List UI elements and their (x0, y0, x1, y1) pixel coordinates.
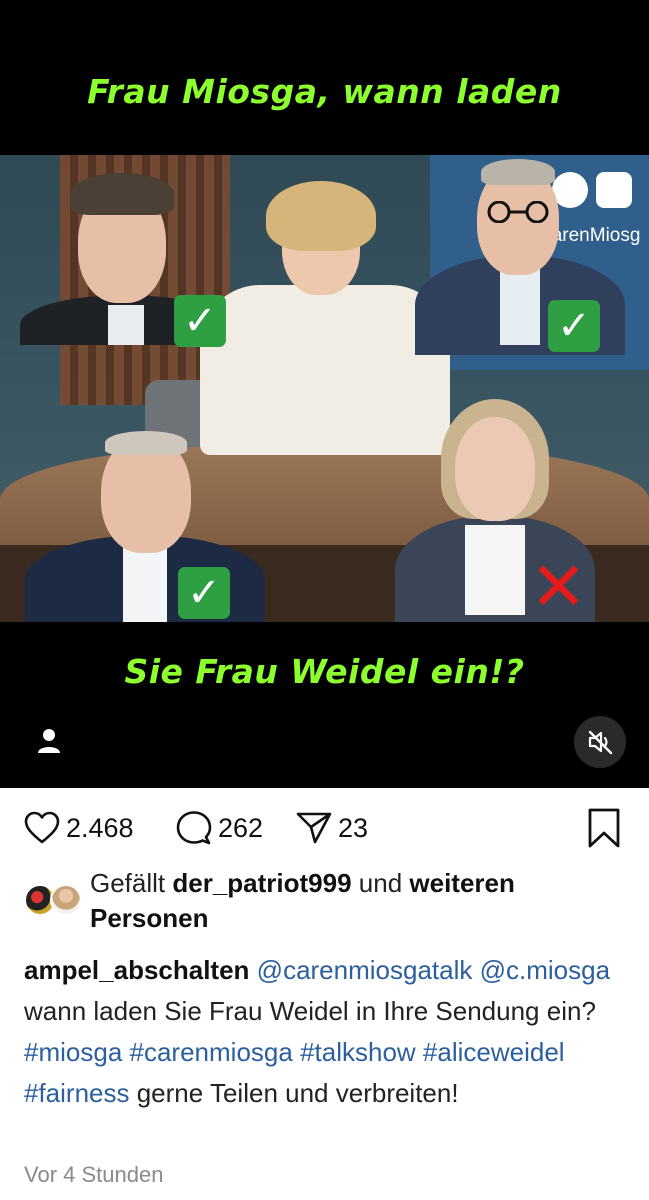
author-username[interactable]: ampel_abschalten (24, 955, 249, 985)
cross-mark-icon: ✕ (530, 549, 587, 622)
mention-link[interactable]: @carenmiosgatalk (257, 955, 473, 985)
user-icon[interactable] (34, 726, 64, 756)
caption-text: gerne Teilen und verbreiten! (129, 1078, 459, 1108)
check-mark-icon: ✓ (178, 567, 230, 619)
bookmark-icon[interactable] (584, 808, 624, 848)
caption-text: wann laden Sie Frau Weidel in Ihre Sendu… (24, 996, 596, 1026)
liker-avatars[interactable] (24, 884, 84, 918)
heart-icon (24, 811, 60, 844)
image-caption-bottom: Sie Frau Weidel ein!? (124, 652, 525, 691)
hashtag-link[interactable]: #miosga (24, 1037, 122, 1067)
post-image[interactable]: Frau Miosga, wann laden CarenMiosg ✓ ✓ ✓… (0, 0, 649, 788)
check-mark-icon: ✓ (548, 300, 600, 352)
hashtag-link[interactable]: #aliceweidel (423, 1037, 565, 1067)
talkshow-photo: CarenMiosg ✓ ✓ ✓ ✕ (0, 155, 649, 622)
comments-count: 262 (218, 812, 264, 843)
likes-summary: Gefällt der_patriot999 und weiteren Pers… (90, 868, 515, 933)
comment-bubble-icon (176, 811, 212, 845)
comment-button[interactable]: 262 (176, 806, 263, 850)
liker-username[interactable]: der_patriot999 (172, 868, 351, 898)
image-caption-top: Frau Miosga, wann laden (87, 72, 562, 111)
hashtag-link[interactable]: #talkshow (300, 1037, 416, 1067)
caption-text (249, 955, 256, 985)
speaker-muted-icon (588, 730, 613, 755)
post-caption: ampel_abschalten @carenmiosgatalk @c.mio… (24, 950, 624, 1114)
hashtag-link[interactable]: #fairness (24, 1078, 130, 1108)
hashtag-link[interactable]: #carenmiosga (130, 1037, 293, 1067)
avatar (50, 884, 82, 916)
check-mark-icon: ✓ (174, 295, 226, 347)
caption-text (122, 1037, 129, 1067)
mention-link[interactable]: @c.miosga (480, 955, 610, 985)
like-button[interactable]: 2.468 (24, 806, 134, 850)
mute-button[interactable] (574, 716, 626, 768)
post-actions: 2.468 262 23 (24, 806, 624, 850)
share-button[interactable]: 23 (296, 806, 368, 850)
caption-text (293, 1037, 300, 1067)
likes-count: 2.468 (66, 812, 134, 843)
shares-count: 23 (338, 812, 369, 843)
paper-plane-icon (296, 812, 332, 844)
caption-text (472, 955, 479, 985)
post-timestamp: Vor 4 Stunden (24, 1162, 164, 1187)
caption-text (416, 1037, 423, 1067)
